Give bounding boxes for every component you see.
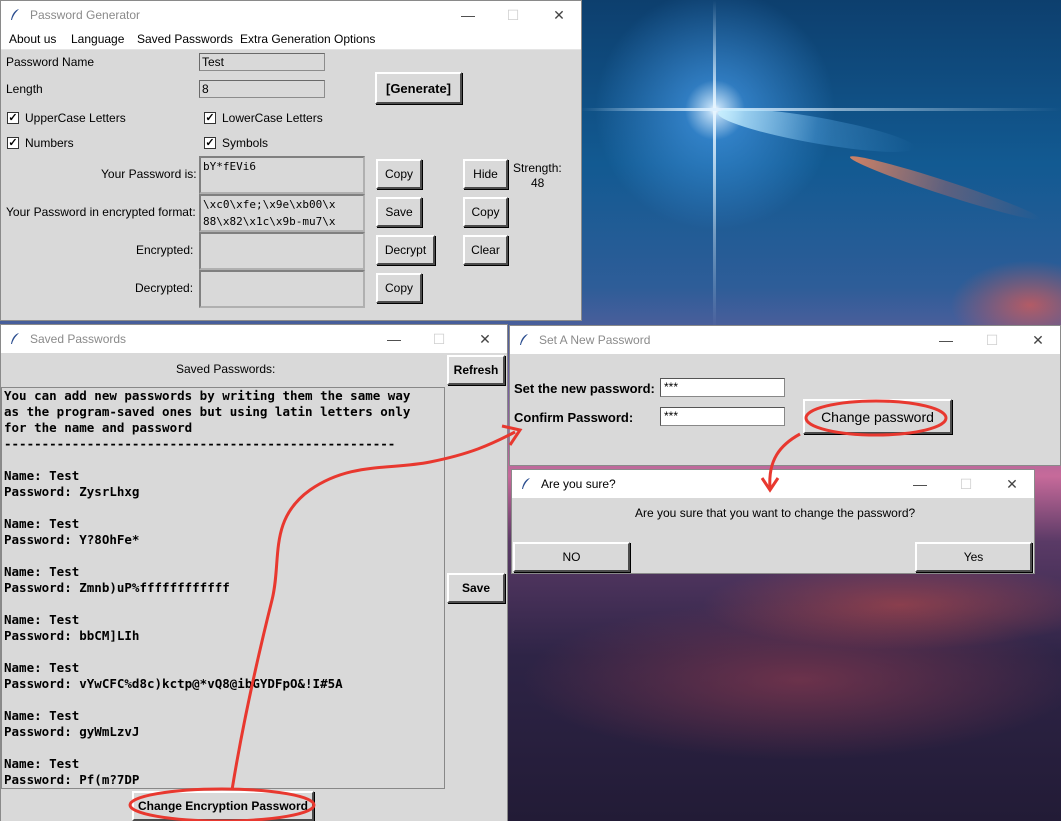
numbers-checkbox[interactable]: ✓ <box>7 137 19 149</box>
feather-icon <box>520 334 528 345</box>
your-password-label: Your Password is: <box>101 167 197 181</box>
uppercase-label: UpperCase Letters <box>25 111 126 125</box>
save-encrypted-button[interactable]: Save <box>376 197 422 227</box>
new-password-input[interactable]: *** <box>660 378 785 397</box>
menu-extra-generation-options[interactable]: Extra Generation Options <box>240 32 375 46</box>
menu-language[interactable]: Language <box>71 32 124 46</box>
symbols-checkbox[interactable]: ✓ <box>204 137 216 149</box>
close-icon[interactable]: ✕ <box>1028 330 1048 350</box>
window-title: Password Generator <box>30 8 141 22</box>
newpass-content: Set the new password: *** Confirm Passwo… <box>510 354 1060 465</box>
minimize-icon[interactable]: — <box>910 474 930 494</box>
titlebar: Password Generator — ☐ ✕ <box>1 1 581 29</box>
confirm-content: Are you sure that you want to change the… <box>512 498 1034 573</box>
hide-button[interactable]: Hide <box>463 159 508 189</box>
feather-icon <box>522 478 530 489</box>
minimize-icon[interactable]: — <box>936 330 956 350</box>
saved-passwords-text[interactable]: You can add new passwords by writing the… <box>1 387 445 789</box>
titlebar: Saved Passwords — ☐ ✕ <box>1 325 507 353</box>
minimize-icon[interactable]: — <box>384 329 404 349</box>
maximize-icon: ☐ <box>959 476 973 492</box>
decrypted-label: Decrypted: <box>135 281 194 295</box>
length-input[interactable]: 8 <box>199 80 325 98</box>
saved-content: Saved Passwords: Refresh You can add new… <box>1 353 507 821</box>
save-button[interactable]: Save <box>447 573 505 603</box>
uppercase-checkbox[interactable]: ✓ <box>7 112 19 124</box>
confirm-password-label: Confirm Password: <box>514 410 634 425</box>
minimize-icon[interactable]: — <box>458 5 478 25</box>
password-name-input[interactable]: Test <box>199 53 325 71</box>
encrypted-format-label: Your Password in encrypted format: <box>6 205 196 219</box>
decrypt-button[interactable]: Decrypt <box>376 235 435 265</box>
encrypted-label: Encrypted: <box>136 243 194 257</box>
close-icon[interactable]: ✕ <box>475 329 495 349</box>
saved-passwords-header: Saved Passwords: <box>176 362 276 376</box>
yes-button[interactable]: Yes <box>915 542 1032 572</box>
set-new-password-window: Set A New Password — ☐ ✕ Set the new pas… <box>509 325 1061 466</box>
star-beam-horizontal <box>580 108 1061 111</box>
copy-password-button[interactable]: Copy <box>376 159 422 189</box>
strength-value: 48 <box>531 176 545 190</box>
lowercase-label: LowerCase Letters <box>222 111 323 125</box>
change-password-button[interactable]: Change password <box>803 399 952 434</box>
numbers-label: Numbers <box>25 136 74 150</box>
menu-about-us[interactable]: About us <box>9 32 56 46</box>
symbols-label: Symbols <box>222 136 269 150</box>
comet-streak-orange <box>847 150 1043 226</box>
strength-label: Strength: <box>513 161 562 175</box>
saved-passwords-window: Saved Passwords — ☐ ✕ Saved Passwords: R… <box>0 324 508 821</box>
password-name-label: Password Name <box>6 55 95 69</box>
encrypted-input[interactable] <box>199 232 365 270</box>
maximize-icon: ☐ <box>985 332 999 348</box>
confirm-message: Are you sure that you want to change the… <box>635 506 916 520</box>
window-title: Saved Passwords <box>30 332 127 346</box>
generate-button[interactable]: [Generate] <box>375 72 462 104</box>
close-icon[interactable]: ✕ <box>1002 474 1022 494</box>
your-password-output[interactable]: bY*fEVi6 <box>199 156 365 194</box>
no-button[interactable]: NO <box>513 542 630 572</box>
lowercase-checkbox[interactable]: ✓ <box>204 112 216 124</box>
password-generator-window: Password Generator — ☐ ✕ About us Langua… <box>0 0 582 321</box>
encrypted-format-output[interactable]: \xc0\xfe;\x9e\xb00\x 88\x82\x1c\x9b-mu7\… <box>199 194 365 232</box>
copy-encrypted-button[interactable]: Copy <box>463 197 508 227</box>
change-encryption-password-button[interactable]: Change Encryption Password <box>132 791 314 821</box>
feather-icon <box>11 333 19 344</box>
clear-button[interactable]: Clear <box>463 235 508 265</box>
titlebar: Set A New Password — ☐ ✕ <box>510 326 1060 354</box>
confirm-password-input[interactable]: *** <box>660 407 785 426</box>
titlebar: Are you sure? — ☐ ✕ <box>512 470 1034 498</box>
window-title: Are you sure? <box>541 477 616 491</box>
menubar: About us Language Saved Passwords Extra … <box>1 29 581 50</box>
maximize-icon: ☐ <box>506 7 520 23</box>
are-you-sure-dialog: Are you sure? — ☐ ✕ Are you sure that yo… <box>511 469 1035 574</box>
star-beam-vertical <box>713 0 716 330</box>
copy-decrypted-button[interactable]: Copy <box>376 273 422 303</box>
decrypted-output[interactable] <box>199 270 365 308</box>
set-new-password-label: Set the new password: <box>514 381 655 396</box>
menu-saved-passwords[interactable]: Saved Passwords <box>137 32 233 46</box>
generator-content: Password Name Test Length 8 [Generate] ✓… <box>1 50 581 320</box>
refresh-button[interactable]: Refresh <box>447 355 505 385</box>
feather-icon <box>11 9 19 20</box>
maximize-icon: ☐ <box>432 331 446 347</box>
close-icon[interactable]: ✕ <box>549 5 569 25</box>
window-title: Set A New Password <box>539 333 651 347</box>
length-label: Length <box>6 82 43 96</box>
